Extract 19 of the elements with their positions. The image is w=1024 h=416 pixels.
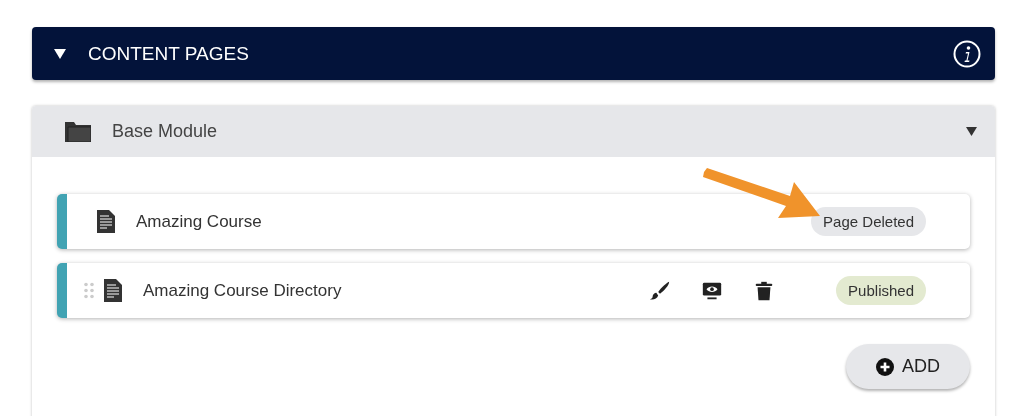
- section-header[interactable]: CONTENT PAGES: [32, 27, 995, 80]
- collapse-icon[interactable]: [54, 48, 66, 59]
- drag-handle-icon[interactable]: [84, 282, 94, 299]
- page-title: Amazing Course Directory: [143, 280, 343, 301]
- module-header[interactable]: Base Module: [32, 106, 995, 157]
- page-row[interactable]: Amazing Course Directory Published: [57, 263, 970, 318]
- folder-icon: [65, 121, 91, 142]
- status-badge: Published: [836, 276, 926, 305]
- module-title: Base Module: [112, 121, 219, 142]
- page-title: Amazing Course: [136, 211, 263, 232]
- document-icon: [104, 279, 122, 302]
- plus-icon: [876, 357, 894, 376]
- page-row[interactable]: Amazing Course Page Deleted: [57, 194, 970, 249]
- status-badge: Page Deleted: [811, 207, 926, 236]
- caret-icon[interactable]: [966, 127, 977, 136]
- section-title: CONTENT PAGES: [88, 42, 250, 65]
- add-button[interactable]: ADD: [846, 344, 970, 389]
- document-icon: [97, 210, 115, 233]
- info-icon[interactable]: [953, 39, 981, 68]
